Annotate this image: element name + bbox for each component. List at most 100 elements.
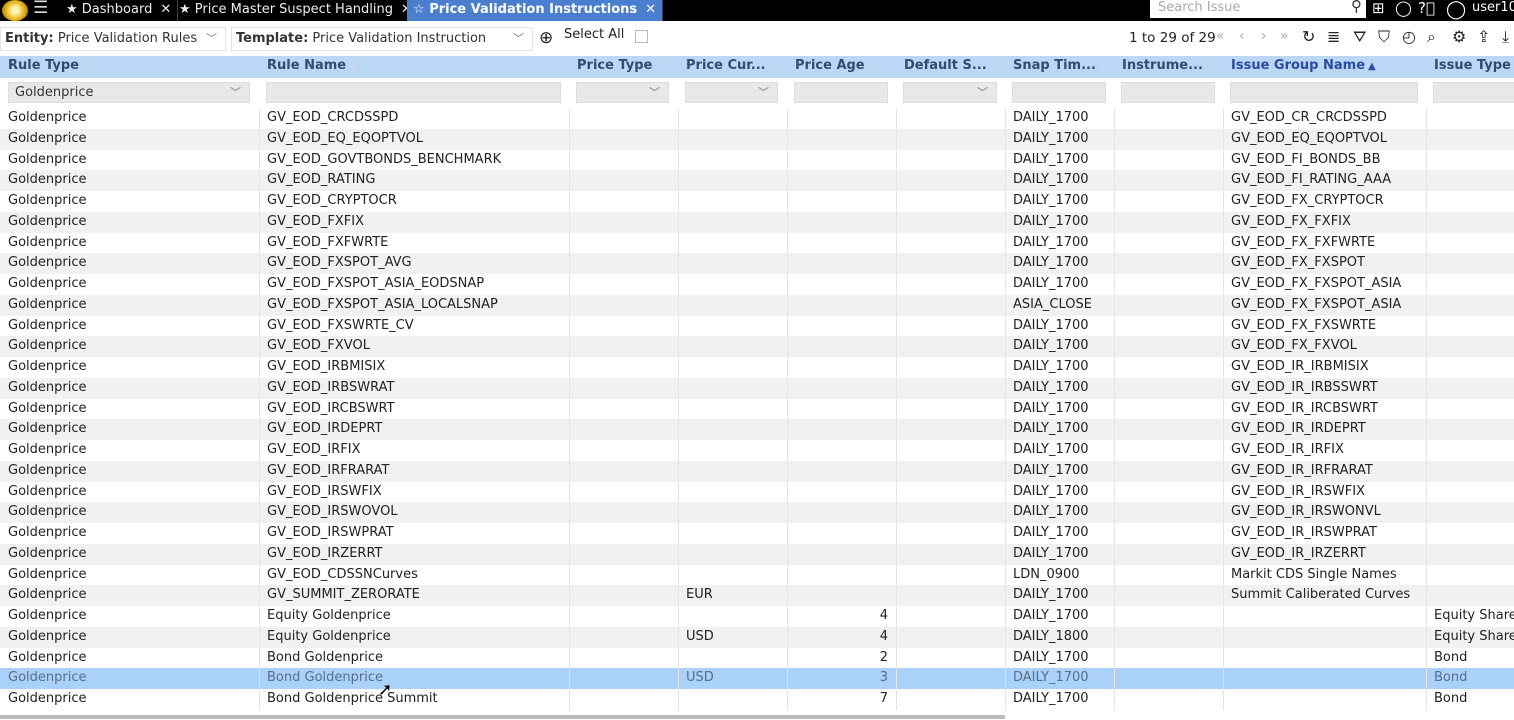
close-icon[interactable]: ✕ — [645, 2, 656, 17]
column-header-issue-type[interactable]: Issue Type — [1434, 58, 1511, 73]
zoom-in-icon[interactable]: ⊕ — [539, 28, 553, 48]
column-divider — [1426, 668, 1427, 689]
sort-icon[interactable]: ⬍ — [769, 61, 777, 72]
table-row[interactable]: Goldenprice GV_EOD_IRFRARAT DAILY_1700 GV_E… — [0, 460, 1514, 482]
table-row[interactable]: Goldenprice GV_SUMMIT_ZERORATE EUR DAILY_17… — [0, 585, 1514, 606]
search-icon[interactable]: ⚲ — [1351, 0, 1362, 14]
horizontal-scrollbar[interactable] — [0, 715, 1005, 719]
table-row[interactable]: Goldenprice Equity Goldenprice USD 4 DAILY_1… — [0, 626, 1514, 648]
table-row[interactable]: Goldenprice Equity Goldenprice 4 DAILY_1700… — [0, 606, 1514, 627]
table-row[interactable]: Goldenprice GV_EOD_IRSWOVOL DAILY_1700 GV_E… — [0, 502, 1514, 523]
add-icon[interactable]: ⊞ — [1372, 0, 1385, 17]
template-dropdown[interactable]: Template: Price Validation Instruction ﹀ — [231, 27, 533, 51]
column-divider — [678, 626, 679, 648]
sort-icon[interactable]: ⬍ — [82, 61, 90, 72]
select-all-checkbox[interactable] — [635, 30, 648, 43]
table-row[interactable]: Goldenprice GV_EOD_FXVOL DAILY_1700 GV_EOD_… — [0, 336, 1514, 357]
column-header-snap-time[interactable]: Snap Tim... ⬍ — [1013, 58, 1107, 73]
menu-icon[interactable]: ☰ — [33, 0, 48, 18]
table-row[interactable]: Goldenprice GV_EOD_FXSPOT_ASIA_EODSNAP DAI… — [0, 274, 1514, 295]
first-page-icon[interactable]: « — [1216, 28, 1225, 44]
column-header-default-s[interactable]: Default S... ⬍ — [904, 58, 998, 73]
search-zoom-icon[interactable]: ⌕ — [1427, 27, 1436, 47]
export-icon[interactable]: ⇪ — [1477, 27, 1490, 46]
sort-icon[interactable]: ⬍ — [1099, 61, 1107, 72]
table-row[interactable]: Goldenprice GV_EOD_CRCDSSPD DAILY_1700 GV_E… — [0, 108, 1514, 129]
table-row[interactable]: Goldenprice GV_EOD_IRZERRT DAILY_1700 GV_EO… — [0, 543, 1514, 565]
table-row[interactable]: Goldenprice GV_EOD_IRDEPRT DAILY_1700 GV_EO… — [0, 419, 1514, 440]
download-icon[interactable]: ⤓ — [1502, 27, 1509, 47]
table-row[interactable]: Goldenprice GV_EOD_IRSWFIX DAILY_1700 GV_EO… — [0, 481, 1514, 503]
list-icon[interactable]: ≣ — [1327, 27, 1340, 46]
search-issue-input[interactable]: Search Issue ⚲ — [1150, 0, 1366, 18]
clear-filter-icon[interactable]: ⛛ — [1353, 27, 1366, 47]
table-row[interactable]: Goldenprice GV_EOD_FXFIX DAILY_1700 GV_EOD_… — [0, 211, 1514, 233]
price-age-filter[interactable] — [794, 82, 888, 103]
table-row[interactable]: Goldenprice GV_EOD_FXSPOT_AVG DAILY_1700 GV… — [0, 253, 1514, 274]
chat-icon[interactable]: ◯ — [1395, 0, 1412, 17]
app-logo-icon[interactable] — [2, 0, 28, 21]
table-row[interactable]: Goldenprice GV_EOD_IRBSWRAT DAILY_1700 GV_E… — [0, 377, 1514, 399]
sort-ascending-icon[interactable]: ▲ — [1368, 61, 1376, 72]
table-row[interactable]: Goldenprice GV_EOD_IRSWPRAT DAILY_1700 GV_E… — [0, 523, 1514, 544]
sort-icon[interactable]: ⬍ — [655, 61, 663, 72]
sort-icon[interactable]: ⬍ — [1206, 61, 1214, 72]
price-type-filter[interactable]: ﹀ — [576, 82, 669, 103]
sort-icon[interactable]: ⬍ — [349, 61, 357, 72]
column-divider — [1223, 626, 1224, 648]
snap-time-filter[interactable] — [1012, 82, 1106, 103]
column-divider — [569, 440, 570, 461]
help-icon[interactable]: ?⃝ — [1418, 0, 1435, 17]
issue-type-filter[interactable] — [1433, 82, 1514, 103]
table-row[interactable]: Goldenprice Bond Goldenprice 2 DAILY_1700 Bo… — [0, 647, 1514, 669]
table-row[interactable]: Goldenprice GV_EOD_IRFIX DAILY_1700 GV_EOD_… — [0, 440, 1514, 461]
clock-icon[interactable]: ◴ — [1402, 27, 1416, 46]
column-header-price-currency[interactable]: Price Cur... ⬍ — [686, 58, 777, 73]
column-header-rule-type[interactable]: Rule Type ⬍ — [8, 58, 90, 73]
table-row[interactable]: Goldenprice GV_EOD_IRCBSWRT DAILY_1700 GV_E… — [0, 398, 1514, 420]
table-row[interactable]: Goldenprice Bond Goldenprice USD 3 DAILY_170… — [0, 668, 1514, 689]
column-header-label: Snap Tim... — [1013, 58, 1096, 73]
issue-group-filter[interactable] — [1230, 82, 1418, 103]
entity-dropdown[interactable]: Entity: Price Validation Rules ﹀ — [0, 27, 226, 51]
tab-price-master-suspect-handling[interactable]: ★ Price Master Suspect Handling✕ — [173, 0, 419, 21]
table-row[interactable]: Goldenprice GV_EOD_CDSSNCurves LDN_0900 Mar… — [0, 564, 1514, 586]
table-row[interactable]: Goldenprice GV_EOD_FXSPOT_ASIA_LOCALSNAP A… — [0, 294, 1514, 316]
table-row[interactable]: Goldenprice GV_EOD_EQ_EQOPTVOL DAILY_1700 G… — [0, 128, 1514, 150]
filter-options-icon[interactable]: ⛉ — [1378, 27, 1390, 47]
column-header-price-type[interactable]: Price Type ⬍ — [577, 58, 664, 73]
sort-icon[interactable]: ⬍ — [868, 61, 876, 72]
settings-icon[interactable]: ⚙ — [1452, 27, 1466, 46]
column-divider — [569, 647, 570, 669]
table-row[interactable]: Goldenprice GV_EOD_FXFWRTE DAILY_1700 GV_EO… — [0, 232, 1514, 254]
last-page-icon[interactable]: » — [1280, 28, 1289, 44]
tab-price-validation-instructions[interactable]: ☆ Price Validation Instructions ✕ — [407, 0, 664, 21]
close-icon[interactable]: ✕ — [160, 2, 171, 17]
table-row[interactable]: Goldenprice GV_EOD_GOVTBONDS_BENCHMARK DAI… — [0, 149, 1514, 171]
rule-name-filter[interactable] — [266, 82, 561, 103]
default-s-filter[interactable]: ﹀ — [903, 82, 997, 103]
user-avatar-icon[interactable]: ◯ — [1446, 0, 1466, 20]
column-header-price-age[interactable]: Price Age ⬍ — [795, 58, 876, 73]
cell-rule-name: Equity Goldenprice — [267, 608, 391, 623]
column-header-rule-name[interactable]: Rule Name ⬍ — [267, 58, 357, 73]
instrument-filter[interactable] — [1121, 82, 1215, 103]
column-divider — [1005, 253, 1006, 274]
column-header-issue-group-name[interactable]: Issue Group Name ▲ — [1231, 58, 1376, 73]
column-divider — [678, 502, 679, 523]
user-name[interactable]: user10 — [1472, 0, 1514, 15]
sort-icon[interactable]: ⬍ — [990, 61, 998, 72]
table-row[interactable]: Goldenprice GV_EOD_FXSWRTE_CV DAILY_1700 GV… — [0, 315, 1514, 337]
column-header-instrument[interactable]: Instrume... ⬍ — [1122, 58, 1214, 73]
table-row[interactable]: Goldenprice Bond Goldenprice Summit 7 DAILY… — [0, 689, 1514, 710]
rule-type-filter[interactable]: Goldenprice ﹀ — [8, 82, 250, 103]
column-header-label: Price Age — [795, 58, 865, 73]
refresh-icon[interactable]: ↻ — [1302, 27, 1315, 46]
table-row[interactable]: Goldenprice GV_EOD_CRYPTOCR DAILY_1700 GV_E… — [0, 191, 1514, 212]
prev-page-icon[interactable]: ‹ — [1239, 28, 1245, 44]
price-currency-filter[interactable]: ﹀ — [685, 82, 778, 103]
tab-dashboard[interactable]: ★ Dashboard ✕ — [60, 0, 179, 21]
next-page-icon[interactable]: › — [1261, 28, 1267, 44]
table-row[interactable]: Goldenprice GV_EOD_IRBMISIX DAILY_1700 GV_E… — [0, 357, 1514, 378]
table-row[interactable]: Goldenprice GV_EOD_RATING DAILY_1700 GV_EOD… — [0, 170, 1514, 191]
